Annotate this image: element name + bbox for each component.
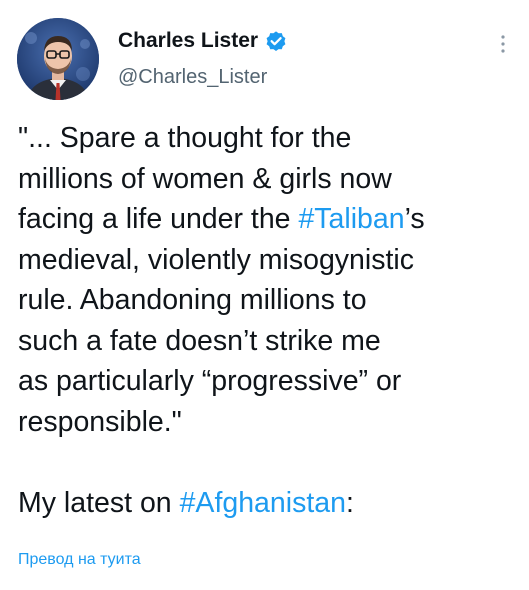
author-name-row: Charles Lister [118, 28, 288, 54]
tweet-card: Charles Lister @Charles_Lister "... Spar… [0, 0, 529, 590]
tweet-text-segment: such a fate doesn’t strike me [18, 324, 381, 357]
tweet-text-line: "... Spare a thought for the [18, 118, 518, 159]
tweet-text-segment: medieval, violently misogynistic [18, 243, 414, 276]
tweet-text-line: rule. Abandoning millions to [18, 280, 518, 321]
hashtag-link[interactable]: #Taliban [298, 203, 404, 235]
tweet-text-segment: rule. Abandoning millions to [18, 284, 367, 316]
tweet-text-line: as particularly “progressive” or [18, 361, 518, 402]
more-options-icon [501, 35, 505, 53]
tweet-text-segment: My latest on [18, 486, 180, 519]
tweet-text: "... Spare a thought for the millions of … [18, 118, 518, 523]
tweet-text-line: responsible." [18, 402, 518, 443]
tweet-text-line: medieval, violently misogynistic [18, 240, 518, 281]
hashtag-link[interactable]: #Afghanistan [180, 487, 346, 519]
more-options-button[interactable] [491, 30, 515, 58]
author-display-name[interactable]: Charles Lister [118, 28, 258, 54]
tweet-text-segment: ’s [404, 203, 425, 235]
tweet-text-segment: : [345, 486, 354, 519]
author-handle[interactable]: @Charles_Lister [118, 64, 267, 90]
verified-badge-icon [264, 29, 288, 53]
tweet-text-segment: "... Spare a thought for the [18, 122, 352, 154]
tweet-text-segment: millions of women & girls now [18, 162, 392, 195]
tweet-text-segment: facing a life under the [18, 203, 299, 235]
tweet-text-line: such a fate doesn’t strike me [18, 321, 518, 362]
avatar[interactable] [17, 18, 99, 100]
tweet-text-line: My latest on #Afghanistan: [18, 483, 518, 524]
tweet-text-line: millions of women & girls now [18, 159, 518, 200]
tweet-text-line: facing a life under the #Taliban’s [18, 199, 518, 240]
translate-tweet-link[interactable]: Превод на туита [18, 550, 141, 570]
tweet-text-segment: responsible." [18, 405, 182, 438]
tweet-text-segment: as particularly “progressive” or [18, 365, 402, 397]
